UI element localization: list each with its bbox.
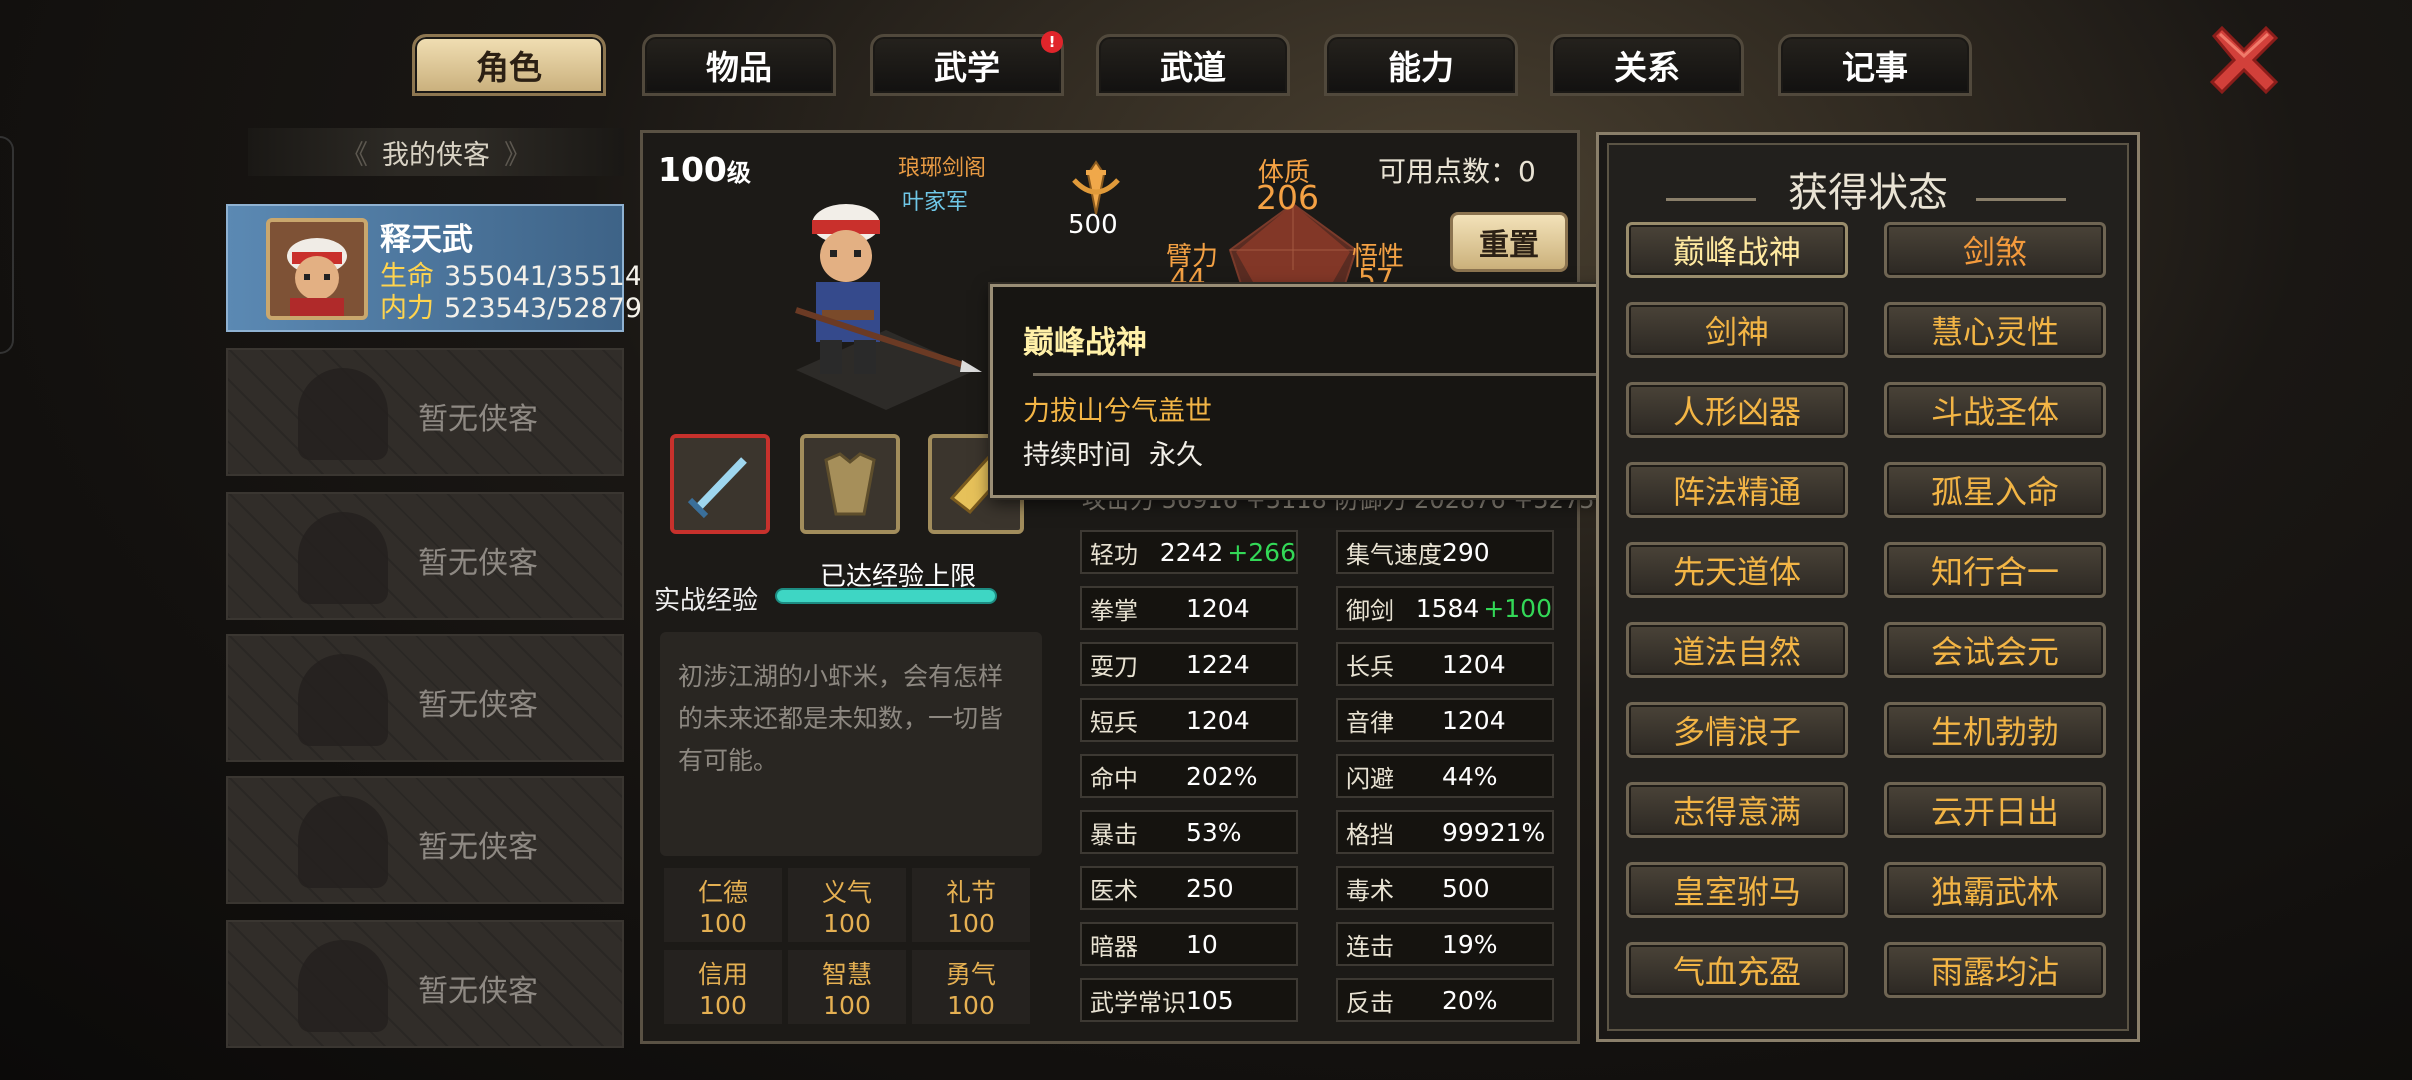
status-item[interactable]: 知行合一 [1884,542,2106,598]
attr-row: 医术 250 [1080,866,1298,910]
empty-slot[interactable]: 暂无侠客 [226,492,624,620]
virtue-loyalty: 义气 100 [788,868,906,942]
notification-badge: ! [1041,31,1063,53]
family-name: 叶家军 [902,190,969,215]
status-item[interactable]: 志得意满 [1626,782,1848,838]
divider [1033,373,1603,376]
empty-slot[interactable]: 暂无侠客 [226,634,624,762]
status-item[interactable]: 皇室驸马 [1626,862,1848,918]
status-item[interactable]: 慧心灵性 [1884,302,2106,358]
reset-button[interactable]: 重置 [1450,212,1568,272]
tab-character[interactable]: 角色 [412,34,606,96]
attr-row: 音律 1204 [1336,698,1554,742]
tab-items[interactable]: 物品 [642,34,836,96]
virtue-wisdom: 智慧 100 [788,950,906,1024]
status-item[interactable]: 剑煞 [1884,222,2106,278]
empty-slot[interactable]: 暂无侠客 [226,348,624,476]
close-icon[interactable] [2204,20,2284,100]
virtue-benevolence: 仁德 100 [664,868,782,942]
attr-row: 拳掌 1204 [1080,586,1298,630]
armor-slot[interactable] [800,434,900,534]
attr-row: 反击 20% [1336,978,1554,1022]
chevron-right-icon: 》 [504,139,531,171]
armor-icon [824,452,876,516]
roster-title: 《 我的侠客 》 [248,128,624,176]
status-item[interactable]: 孤星入命 [1884,462,2106,518]
status-item[interactable]: 雨露均沾 [1884,942,2106,998]
divider [1976,198,2066,201]
attr-row: 轻功 2242 +266 [1080,530,1298,574]
virtue-trust: 信用 100 [664,950,782,1024]
status-panel-title: 获得状态 [1788,170,1948,216]
attr-row: 长兵 1204 [1336,642,1554,686]
available-points: 可用点数：0 [1378,155,1536,188]
status-item[interactable]: 剑神 [1626,302,1848,358]
status-item[interactable]: 阵法精通 [1626,462,1848,518]
tooltip-desc: 力拔山兮气盖世 [1023,396,1212,427]
status-item[interactable]: 会试会元 [1884,622,2106,678]
avatar [266,218,368,320]
tooltip-title: 巅峰战神 [1023,325,1147,361]
status-item[interactable]: 斗战圣体 [1884,382,2106,438]
status-item[interactable]: 巅峰战神 [1626,222,1848,278]
status-item[interactable]: 独霸武林 [1884,862,2106,918]
divider [1666,198,1756,201]
tab-abilities[interactable]: 能力 [1324,34,1518,96]
weapon-slot[interactable] [670,434,770,534]
attr-row: 集气速度 290 [1336,530,1554,574]
attr-row: 暴击 53% [1080,810,1298,854]
sect-name: 琅琊剑阁 [898,156,987,181]
emblem-icon [1072,160,1120,215]
attr-row: 御剑 1584 +100 [1336,586,1554,630]
status-item[interactable]: 人形凶器 [1626,382,1848,438]
status-tooltip: 巅峰战神 力拔山兮气盖世 持续时间 永久 [990,284,1612,498]
silhouette-icon [298,940,388,1032]
chevron-left-icon: 《 [341,139,368,171]
virtue-courage: 勇气 100 [912,950,1030,1024]
stat-physique-value: 206 [1256,178,1319,217]
exp-bar [775,588,997,604]
attr-row: 短兵 1204 [1080,698,1298,742]
status-item[interactable]: 先天道体 [1626,542,1848,598]
tab-journal[interactable]: 记事 [1778,34,1972,96]
silhouette-icon [298,368,388,460]
attr-row: 毒术 500 [1336,866,1554,910]
emblem-value: 500 [1068,210,1118,240]
silhouette-icon [298,512,388,604]
tab-relations[interactable]: 关系 [1550,34,1744,96]
attr-row: 武学常识 105 [1080,978,1298,1022]
sword-icon [687,457,747,519]
tab-martial-arts[interactable]: 武学! [870,31,1064,96]
status-item[interactable]: 气血充盈 [1626,942,1848,998]
tooltip-duration: 持续时间 永久 [1023,440,1203,471]
attr-row: 耍刀 1224 [1080,642,1298,686]
character-sprite [795,204,982,410]
silhouette-icon [298,796,388,888]
tab-martial-way[interactable]: 武道 [1096,34,1290,96]
attr-row: 连击 19% [1336,922,1554,966]
status-item[interactable]: 多情浪子 [1626,702,1848,758]
silhouette-icon [298,654,388,746]
status-item[interactable]: 道法自然 [1626,622,1848,678]
attr-row: 命中 202% [1080,754,1298,798]
empty-slot[interactable]: 暂无侠客 [226,920,624,1048]
status-item[interactable]: 生机勃勃 [1884,702,2106,758]
hero-slot[interactable]: 释天武 生命 355041/355149 内力 523543/528798 [226,204,659,332]
virtue-etiquette: 礼节 100 [912,868,1030,942]
attr-row: 闪避 44% [1336,754,1554,798]
status-item[interactable]: 云开日出 [1884,782,2106,838]
hero-name: 释天武 [380,222,473,258]
level: 100级 [658,150,751,189]
attr-row: 格挡 99921% [1336,810,1554,854]
empty-slot[interactable]: 暂无侠客 [226,776,624,904]
side-handle[interactable] [0,136,14,354]
hero-mp: 内力 523543/528798 [380,293,660,324]
character-bio: 初涉江湖的小虾米，会有怎样的未来还都是未知数，一切皆有可能。 [660,632,1042,856]
attr-row: 暗器 10 [1080,922,1298,966]
exp-label: 实战经验 [654,586,759,616]
